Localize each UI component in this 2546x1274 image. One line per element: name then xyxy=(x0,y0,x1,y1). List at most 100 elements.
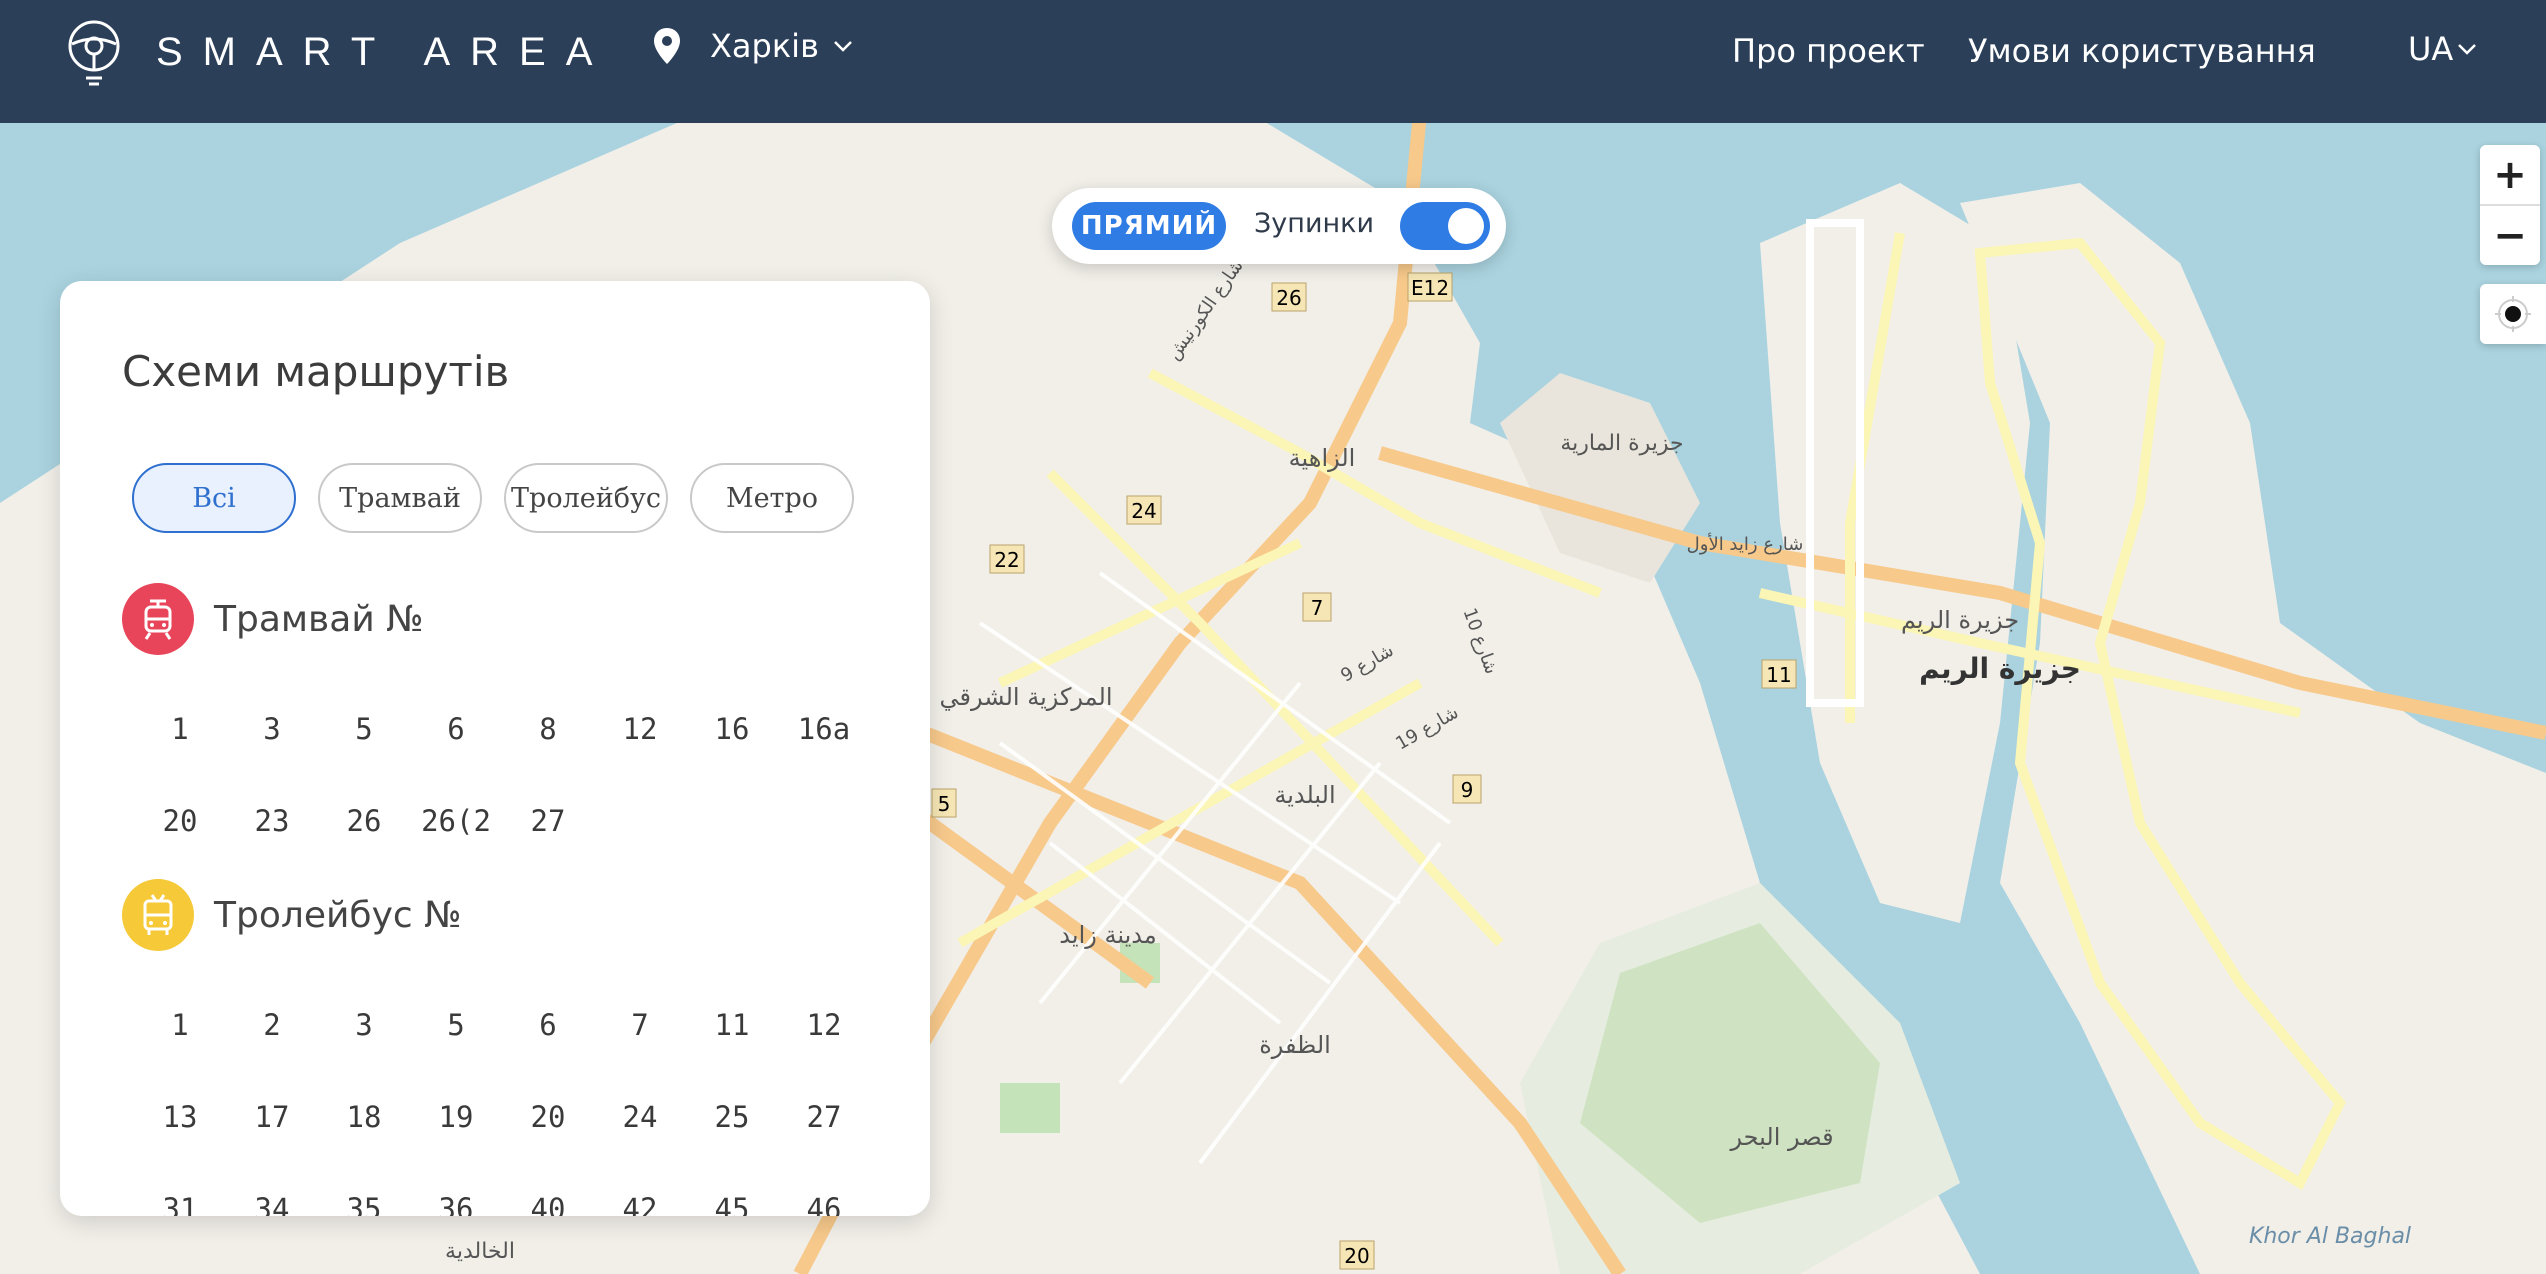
trolleybus-route-number[interactable]: 34 xyxy=(226,1189,318,1216)
trolleybus-route-number[interactable]: 12 xyxy=(778,1005,870,1045)
trolleybus-route-number[interactable]: 31 xyxy=(134,1189,226,1216)
trolleybus-route-number[interactable]: 7 xyxy=(594,1005,686,1045)
road-shield: 11 xyxy=(1761,659,1797,689)
map-label: الظفرة xyxy=(1259,1031,1331,1059)
filter-metro[interactable]: Метро xyxy=(690,463,854,533)
map-label: مدينة زايد xyxy=(1059,921,1156,949)
tram-route-number[interactable]: 26 xyxy=(318,801,410,841)
tram-section-header: Трамвай № xyxy=(122,583,424,655)
top-navbar: SMART AREA Харків Про проект Умови корис… xyxy=(0,0,2546,123)
map-label: البلدية xyxy=(1274,781,1335,809)
svg-text:20: 20 xyxy=(1344,1244,1369,1268)
city-name: Харків xyxy=(710,27,819,65)
direct-route-button[interactable]: ПРЯМИЙ xyxy=(1072,202,1226,250)
map-label: المركزية الشرقي xyxy=(939,683,1112,711)
trolleybus-route-number[interactable]: 19 xyxy=(410,1097,502,1137)
tram-route-number[interactable]: 16а xyxy=(778,709,870,749)
brand-name[interactable]: SMART AREA xyxy=(156,28,612,76)
tram-route-number[interactable]: 5 xyxy=(318,709,410,749)
filter-tram[interactable]: Трамвай xyxy=(318,463,482,533)
locate-me-button[interactable] xyxy=(2480,284,2546,344)
map-label: شارع زايد الأول xyxy=(1687,533,1804,555)
route-schemes-panel: Схеми маршрутів Всі Трамвай Тролейбус Ме… xyxy=(60,281,930,1216)
trolleybus-route-grid: 1 2 3 5 6 7 11 12 13 17 18 19 20 24 25 27 31 34 35 36 40 42 45… xyxy=(134,1005,870,1216)
trolleybus-route-number[interactable]: 36 xyxy=(410,1189,502,1216)
tram-section-title: Трамвай № xyxy=(214,598,424,640)
map-mode-toggle: ПРЯМИЙ Зупинки xyxy=(1052,188,1506,264)
road-shield: E12 xyxy=(1407,272,1453,302)
trolleybus-route-number[interactable]: 1 xyxy=(134,1005,226,1045)
map-label: الزاهية xyxy=(1289,444,1356,472)
language-code: UA xyxy=(2408,30,2454,68)
tram-route-grid: 1 3 5 6 8 12 16 16а 20 23 26 26(2 27 xyxy=(134,709,870,841)
chevron-down-icon xyxy=(834,41,852,52)
trolleybus-route-number[interactable]: 40 xyxy=(502,1189,594,1216)
tram-route-number[interactable]: 6 xyxy=(410,709,502,749)
trolleybus-route-number[interactable]: 35 xyxy=(318,1189,410,1216)
trolleybus-route-number[interactable]: 13 xyxy=(134,1097,226,1137)
road-shield: 5 xyxy=(931,788,957,818)
nav-terms[interactable]: Умови користування xyxy=(1968,32,2316,70)
road-shield: 26 xyxy=(1271,282,1307,312)
trolleybus-section-title: Тролейбус № xyxy=(214,894,462,936)
trolleybus-route-number[interactable]: 18 xyxy=(318,1097,410,1137)
svg-text:5: 5 xyxy=(938,792,951,816)
location-pin-icon xyxy=(654,28,680,64)
svg-text:E12: E12 xyxy=(1411,276,1449,300)
stops-switch[interactable] xyxy=(1400,202,1490,250)
trolleybus-section-header: Тролейбус № xyxy=(122,879,462,951)
zoom-controls: + − xyxy=(2480,145,2540,265)
tram-route-number[interactable]: 27 xyxy=(502,801,594,841)
tram-route-number[interactable]: 20 xyxy=(134,801,226,841)
trolleybus-route-number[interactable]: 45 xyxy=(686,1189,778,1216)
svg-text:7: 7 xyxy=(1311,596,1324,620)
stops-label: Зупинки xyxy=(1254,208,1374,239)
trolleybus-route-number[interactable]: 20 xyxy=(502,1097,594,1137)
road-shield: 7 xyxy=(1302,592,1332,622)
trolleybus-route-number[interactable]: 46 xyxy=(778,1189,870,1216)
map-label: جزيرة المارية xyxy=(1560,431,1683,456)
svg-text:24: 24 xyxy=(1131,499,1156,523)
switch-knob xyxy=(1448,208,1484,244)
panel-title: Схеми маршрутів xyxy=(122,347,510,396)
svg-text:26: 26 xyxy=(1276,286,1301,310)
trolleybus-icon xyxy=(122,879,194,951)
tram-route-number[interactable]: 1 xyxy=(134,709,226,749)
trolleybus-route-number[interactable]: 2 xyxy=(226,1005,318,1045)
trolleybus-route-number[interactable]: 17 xyxy=(226,1097,318,1137)
transport-filter-group: Всі Трамвай Тролейбус Метро xyxy=(132,463,854,533)
zoom-in-button[interactable]: + xyxy=(2480,145,2540,204)
tram-route-number[interactable]: 26(2 xyxy=(410,801,502,841)
trolleybus-route-number[interactable]: 6 xyxy=(502,1005,594,1045)
filter-trolleybus[interactable]: Тролейбус xyxy=(504,463,668,533)
road-shield: 20 xyxy=(1339,1240,1375,1270)
zoom-out-button[interactable]: − xyxy=(2480,206,2540,265)
map-label: جزيرة الريم xyxy=(1901,606,2019,634)
trolleybus-route-number[interactable]: 25 xyxy=(686,1097,778,1137)
tram-route-number[interactable]: 8 xyxy=(502,709,594,749)
map-label: الخالدية xyxy=(445,1239,515,1264)
tram-route-number[interactable]: 16 xyxy=(686,709,778,749)
steering-wheel-logo-icon[interactable] xyxy=(64,18,124,86)
trolleybus-route-number[interactable]: 3 xyxy=(318,1005,410,1045)
svg-text:22: 22 xyxy=(994,548,1019,572)
tram-route-number[interactable]: 23 xyxy=(226,801,318,841)
trolleybus-route-number[interactable]: 11 xyxy=(686,1005,778,1045)
map-label: قصر البحر xyxy=(1729,1123,1833,1151)
city-selector[interactable]: Харків xyxy=(652,26,853,66)
tram-route-number[interactable]: 12 xyxy=(594,709,686,749)
map-label: Khor Al Baghal xyxy=(2249,1224,2411,1249)
map-label: جزيرة الريم xyxy=(1919,652,2081,685)
trolleybus-route-number[interactable]: 24 xyxy=(594,1097,686,1137)
crosshair-icon xyxy=(2495,296,2531,332)
chevron-down-icon xyxy=(2458,44,2477,55)
filter-all[interactable]: Всі xyxy=(132,463,296,533)
nav-about[interactable]: Про проект xyxy=(1732,32,1925,70)
language-selector[interactable]: UA xyxy=(2408,30,2477,68)
trolleybus-route-number[interactable]: 27 xyxy=(778,1097,870,1137)
svg-text:9: 9 xyxy=(1461,778,1474,802)
road-shield: 9 xyxy=(1452,774,1482,804)
trolleybus-route-number[interactable]: 5 xyxy=(410,1005,502,1045)
tram-route-number[interactable]: 3 xyxy=(226,709,318,749)
trolleybus-route-number[interactable]: 42 xyxy=(594,1189,686,1216)
